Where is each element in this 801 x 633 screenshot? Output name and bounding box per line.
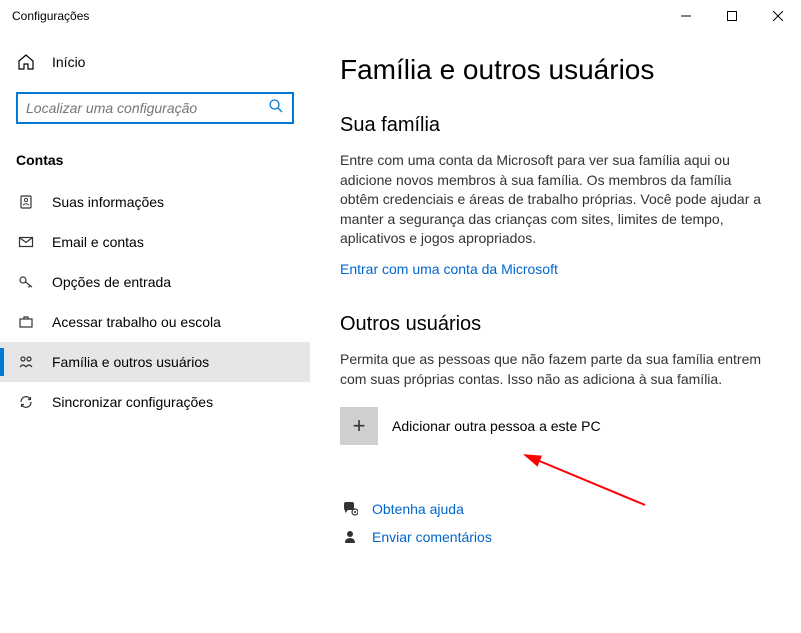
- close-button[interactable]: [755, 0, 801, 32]
- search-icon: [268, 98, 284, 119]
- sidebar-item-sync[interactable]: Sincronizar configurações: [0, 382, 310, 422]
- sidebar-item-your-info[interactable]: Suas informações: [0, 182, 310, 222]
- feedback-label: Enviar comentários: [372, 529, 492, 545]
- feedback-link[interactable]: Enviar comentários: [340, 523, 771, 551]
- briefcase-icon: [16, 314, 36, 330]
- sync-icon: [16, 394, 36, 410]
- search-input[interactable]: [16, 92, 294, 124]
- sidebar-item-label: Acessar trabalho ou escola: [52, 314, 221, 330]
- sidebar-section-header: Contas: [0, 144, 310, 182]
- titlebar: Configurações: [0, 0, 801, 32]
- add-person-label: Adicionar outra pessoa a este PC: [392, 418, 601, 434]
- page-title: Família e outros usuários: [340, 54, 771, 86]
- sidebar-item-family[interactable]: Família e outros usuários: [0, 342, 310, 382]
- other-users-section-title: Outros usuários: [340, 313, 771, 336]
- signin-microsoft-link[interactable]: Entrar com uma conta da Microsoft: [340, 261, 558, 277]
- sidebar: Início Contas Suas informações Email e c…: [0, 32, 310, 633]
- sidebar-item-work-school[interactable]: Acessar trabalho ou escola: [0, 302, 310, 342]
- minimize-button[interactable]: [663, 0, 709, 32]
- home-button[interactable]: Início: [0, 44, 310, 80]
- feedback-icon: [340, 529, 360, 545]
- family-icon: [16, 354, 36, 370]
- sidebar-item-label: Sincronizar configurações: [52, 394, 213, 410]
- window-title: Configurações: [12, 9, 663, 23]
- sidebar-item-label: Email e contas: [52, 234, 144, 250]
- key-icon: [16, 274, 36, 290]
- sidebar-item-signin-options[interactable]: Opções de entrada: [0, 262, 310, 302]
- sidebar-item-label: Suas informações: [52, 194, 164, 210]
- search-field[interactable]: [26, 100, 268, 116]
- home-label: Início: [52, 54, 85, 70]
- get-help-link[interactable]: Obtenha ajuda: [340, 495, 771, 523]
- plus-icon: +: [340, 407, 378, 445]
- maximize-button[interactable]: [709, 0, 755, 32]
- sidebar-item-email[interactable]: Email e contas: [0, 222, 310, 262]
- family-section-desc: Entre com uma conta da Microsoft para ve…: [340, 151, 771, 249]
- main-content: Família e outros usuários Sua família En…: [310, 32, 801, 633]
- person-icon: [16, 194, 36, 210]
- sidebar-item-label: Família e outros usuários: [52, 354, 209, 370]
- email-icon: [16, 234, 36, 250]
- get-help-label: Obtenha ajuda: [372, 501, 464, 517]
- add-person-button[interactable]: + Adicionar outra pessoa a este PC: [340, 407, 771, 445]
- sidebar-item-label: Opções de entrada: [52, 274, 171, 290]
- help-icon: [340, 501, 360, 517]
- other-users-section-desc: Permita que as pessoas que não fazem par…: [340, 350, 771, 389]
- family-section-title: Sua família: [340, 114, 771, 137]
- home-icon: [16, 54, 36, 70]
